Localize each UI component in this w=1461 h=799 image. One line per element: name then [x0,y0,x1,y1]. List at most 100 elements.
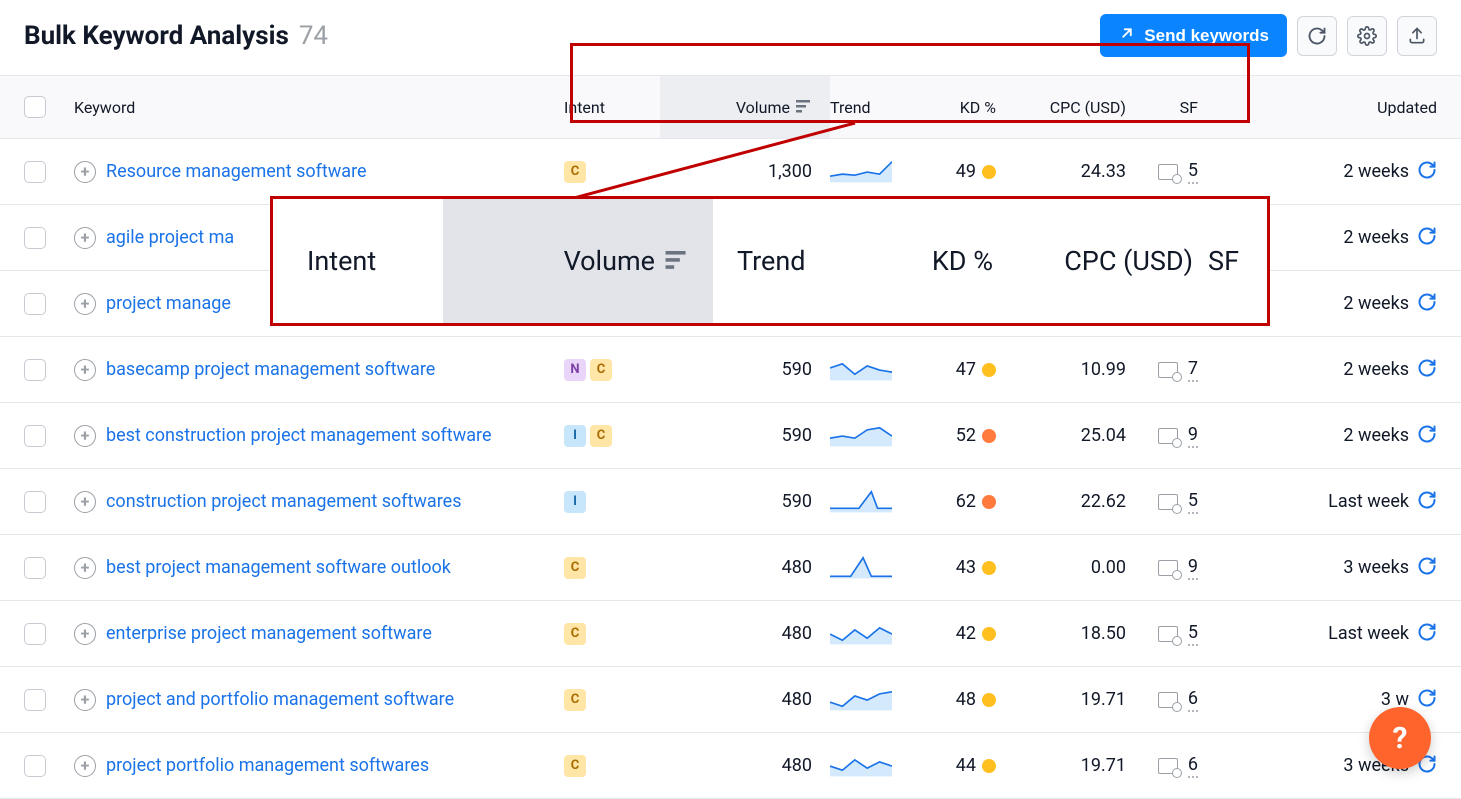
callout-trend: Trend [713,245,843,277]
kd-dot [982,759,996,773]
column-intent[interactable]: Intent [564,98,660,117]
intent-badges: NC [564,359,660,381]
refresh-all-button[interactable] [1297,16,1337,56]
select-all-checkbox[interactable] [24,96,46,118]
table-row: + construction project management softwar… [0,469,1461,535]
trend-sparkline [830,486,892,514]
row-checkbox[interactable] [24,491,46,513]
serp-icon[interactable] [1158,560,1178,576]
expand-icon[interactable]: + [74,161,96,183]
serp-icon[interactable] [1158,758,1178,774]
help-fab-button[interactable]: ? [1369,707,1431,769]
column-cpc[interactable]: CPC (USD) [996,98,1126,117]
updated-value: 2 weeks [1343,161,1409,182]
refresh-row-icon[interactable] [1417,424,1437,448]
intent-badge-c: C [564,161,586,183]
expand-icon[interactable]: + [74,425,96,447]
expand-icon[interactable]: + [74,359,96,381]
trend-sparkline [830,156,892,184]
serp-icon[interactable] [1158,362,1178,378]
kd-dot [982,693,996,707]
keyword-link[interactable]: basecamp project management software [106,359,435,380]
refresh-row-icon[interactable] [1417,556,1437,580]
refresh-row-icon[interactable] [1417,490,1437,514]
keyword-link[interactable]: best project management software outlook [106,557,451,578]
intent-badge-c: C [564,557,586,579]
keyword-link[interactable]: best construction project management sof… [106,425,492,446]
refresh-row-icon[interactable] [1417,226,1437,250]
serp-icon[interactable] [1158,626,1178,642]
callout-cpc: CPC (USD) [993,245,1193,277]
refresh-row-icon[interactable] [1417,688,1437,712]
table-header: Keyword Intent Volume Trend KD % CPC (US… [0,75,1461,139]
expand-icon[interactable]: + [74,557,96,579]
sf-value[interactable]: 7 [1188,358,1198,382]
cpc-value: 18.50 [1081,623,1126,644]
serp-icon[interactable] [1158,164,1178,180]
intent-badge-c: C [564,689,586,711]
volume-value: 480 [782,623,812,644]
intent-badges: IC [564,425,660,447]
kd-dot [982,429,996,443]
sort-desc-icon [665,251,689,271]
expand-icon[interactable]: + [74,623,96,645]
updated-value: Last week [1328,623,1409,644]
column-updated[interactable]: Updated [1198,98,1437,117]
export-button[interactable] [1397,16,1437,56]
volume-value: 480 [782,557,812,578]
expand-icon[interactable]: + [74,689,96,711]
intent-badge-c: C [564,755,586,777]
row-checkbox[interactable] [24,293,46,315]
row-checkbox[interactable] [24,227,46,249]
row-checkbox[interactable] [24,425,46,447]
refresh-row-icon[interactable] [1417,160,1437,184]
sf-value[interactable]: 5 [1188,622,1198,646]
table-row: + best project management software outloo… [0,535,1461,601]
result-count: 74 [299,21,328,51]
column-sf[interactable]: SF [1126,98,1198,117]
row-checkbox[interactable] [24,359,46,381]
column-keyword[interactable]: Keyword [74,98,564,117]
sf-value[interactable]: 5 [1188,160,1198,184]
keyword-link[interactable]: agile project ma [106,227,234,248]
row-checkbox[interactable] [24,755,46,777]
keyword-link[interactable]: project portfolio management softwares [106,755,429,776]
column-volume[interactable]: Volume [660,76,830,138]
refresh-row-icon[interactable] [1417,358,1437,382]
sf-value[interactable]: 9 [1188,424,1198,448]
kd-value: 44 [956,755,976,776]
volume-value: 590 [782,425,812,446]
kd-dot [982,165,996,179]
serp-icon[interactable] [1158,692,1178,708]
keyword-link[interactable]: project and portfolio management softwar… [106,689,454,710]
expand-icon[interactable]: + [74,491,96,513]
expand-icon[interactable]: + [74,755,96,777]
send-keywords-button[interactable]: Send keywords [1100,14,1287,57]
sf-value[interactable]: 6 [1188,688,1198,712]
refresh-row-icon[interactable] [1417,622,1437,646]
intent-badge-i: I [564,425,586,447]
settings-button[interactable] [1347,16,1387,56]
sf-value[interactable]: 6 [1188,754,1198,778]
serp-icon[interactable] [1158,494,1178,510]
row-checkbox[interactable] [24,623,46,645]
page-title: Bulk Keyword Analysis [24,21,289,51]
expand-icon[interactable]: + [74,293,96,315]
column-trend[interactable]: Trend [830,98,916,117]
updated-value: 2 weeks [1343,425,1409,446]
keyword-link[interactable]: construction project management software… [106,491,461,512]
row-checkbox[interactable] [24,161,46,183]
sf-value[interactable]: 5 [1188,490,1198,514]
sf-value[interactable]: 9 [1188,556,1198,580]
column-kd[interactable]: KD % [916,98,996,117]
keyword-link[interactable]: project manage [106,293,231,314]
keyword-link[interactable]: Resource management software [106,161,367,182]
trend-sparkline [830,552,892,580]
refresh-row-icon[interactable] [1417,292,1437,316]
expand-icon[interactable]: + [74,227,96,249]
row-checkbox[interactable] [24,557,46,579]
serp-icon[interactable] [1158,428,1178,444]
keyword-link[interactable]: enterprise project management software [106,623,432,644]
trend-sparkline [830,618,892,646]
row-checkbox[interactable] [24,689,46,711]
